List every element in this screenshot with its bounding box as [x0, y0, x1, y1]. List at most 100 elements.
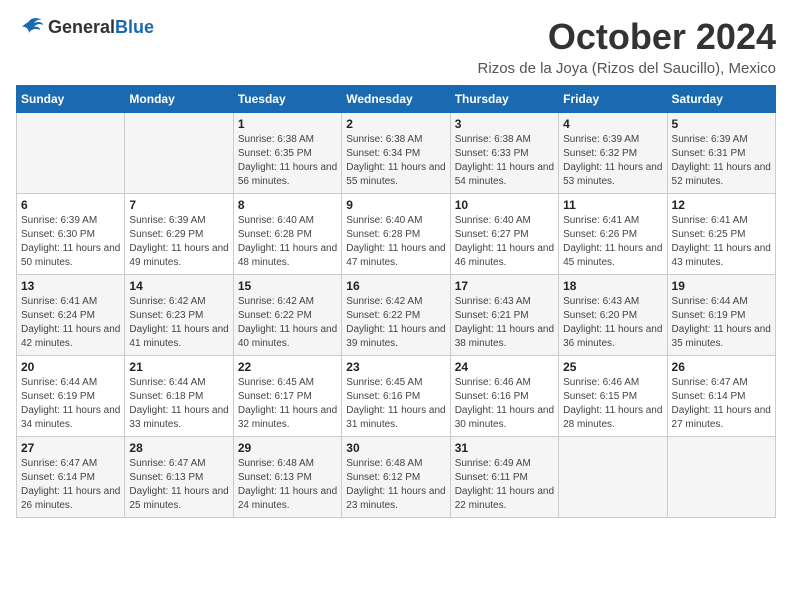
calendar-cell: [559, 437, 667, 518]
calendar-cell: 9 Sunrise: 6:40 AMSunset: 6:28 PMDaylight…: [342, 194, 450, 275]
day-number: 27: [21, 441, 120, 455]
day-info: Sunrise: 6:47 AMSunset: 6:14 PMDaylight:…: [21, 457, 120, 513]
day-number: 6: [21, 198, 120, 212]
logo: GeneralBlue: [16, 16, 154, 38]
location-title: Rizos de la Joya (Rizos del Saucillo), M…: [478, 60, 776, 77]
calendar-cell: 11 Sunrise: 6:41 AMSunset: 6:26 PMDayligh…: [559, 194, 667, 275]
day-info: Sunrise: 6:41 AMSunset: 6:24 PMDaylight:…: [21, 295, 120, 351]
day-info: Sunrise: 6:42 AMSunset: 6:22 PMDaylight:…: [346, 295, 445, 351]
calendar-cell: 3Sunrise: 6:38 AMSunset: 6:33 PMDaylight…: [450, 113, 558, 194]
day-number: 31: [455, 441, 554, 455]
calendar-cell: 15 Sunrise: 6:42 AMSunset: 6:22 PMDayligh…: [233, 275, 341, 356]
day-number: 25: [563, 360, 662, 374]
day-number: 26: [672, 360, 771, 374]
calendar-cell: 30 Sunrise: 6:48 AMSunset: 6:12 PMDayligh…: [342, 437, 450, 518]
day-number: 22: [238, 360, 337, 374]
title-block: October 2024 Rizos de la Joya (Rizos del…: [478, 16, 776, 77]
day-info: Sunrise: 6:38 AMSunset: 6:34 PMDaylight:…: [346, 133, 445, 189]
day-number: 19: [672, 279, 771, 293]
calendar-cell: 27 Sunrise: 6:47 AMSunset: 6:14 PMDayligh…: [17, 437, 125, 518]
day-number: 29: [238, 441, 337, 455]
weekday-header-saturday: Saturday: [667, 86, 775, 113]
calendar-cell: 6 Sunrise: 6:39 AMSunset: 6:30 PMDaylight…: [17, 194, 125, 275]
day-info: Sunrise: 6:42 AMSunset: 6:23 PMDaylight:…: [129, 295, 228, 351]
day-number: 16: [346, 279, 445, 293]
day-number: 12: [672, 198, 771, 212]
calendar-cell: 31 Sunrise: 6:49 AMSunset: 6:11 PMDayligh…: [450, 437, 558, 518]
day-number: 24: [455, 360, 554, 374]
day-number: 17: [455, 279, 554, 293]
day-info: Sunrise: 6:48 AMSunset: 6:13 PMDaylight:…: [238, 457, 337, 513]
day-number: 9: [346, 198, 445, 212]
calendar-cell: 1 Sunrise: 6:38 AMSunset: 6:35 PMDaylight…: [233, 113, 341, 194]
logo-text: GeneralBlue: [48, 17, 154, 38]
calendar-week-3: 13 Sunrise: 6:41 AMSunset: 6:24 PMDayligh…: [17, 275, 776, 356]
day-number: 2: [346, 117, 445, 131]
calendar-cell: 23 Sunrise: 6:45 AMSunset: 6:16 PMDayligh…: [342, 356, 450, 437]
day-number: 28: [129, 441, 228, 455]
day-info: Sunrise: 6:42 AMSunset: 6:22 PMDaylight:…: [238, 295, 337, 351]
day-info: Sunrise: 6:40 AMSunset: 6:28 PMDaylight:…: [238, 214, 337, 270]
day-number: 5: [672, 117, 771, 131]
calendar-week-5: 27 Sunrise: 6:47 AMSunset: 6:14 PMDayligh…: [17, 437, 776, 518]
calendar-week-2: 6 Sunrise: 6:39 AMSunset: 6:30 PMDaylight…: [17, 194, 776, 275]
day-info: Sunrise: 6:39 AMSunset: 6:29 PMDaylight:…: [129, 214, 228, 270]
calendar-cell: 22Sunrise: 6:45 AMSunset: 6:17 PMDayligh…: [233, 356, 341, 437]
day-number: 23: [346, 360, 445, 374]
day-info: Sunrise: 6:40 AMSunset: 6:28 PMDaylight:…: [346, 214, 445, 270]
day-number: 10: [455, 198, 554, 212]
calendar-cell: 12 Sunrise: 6:41 AMSunset: 6:25 PMDayligh…: [667, 194, 775, 275]
day-number: 20: [21, 360, 120, 374]
calendar-cell: 13 Sunrise: 6:41 AMSunset: 6:24 PMDayligh…: [17, 275, 125, 356]
day-info: Sunrise: 6:41 AMSunset: 6:26 PMDaylight:…: [563, 214, 662, 270]
weekday-header-sunday: Sunday: [17, 86, 125, 113]
day-info: Sunrise: 6:38 AMSunset: 6:33 PMDaylight:…: [455, 133, 554, 189]
day-info: Sunrise: 6:46 AMSunset: 6:15 PMDaylight:…: [563, 376, 662, 432]
calendar-cell: 10 Sunrise: 6:40 AMSunset: 6:27 PMDayligh…: [450, 194, 558, 275]
day-info: Sunrise: 6:46 AMSunset: 6:16 PMDaylight:…: [455, 376, 554, 432]
day-info: Sunrise: 6:43 AMSunset: 6:20 PMDaylight:…: [563, 295, 662, 351]
month-title: October 2024: [478, 16, 776, 58]
day-info: Sunrise: 6:43 AMSunset: 6:21 PMDaylight:…: [455, 295, 554, 351]
calendar-cell: 21 Sunrise: 6:44 AMSunset: 6:18 PMDayligh…: [125, 356, 233, 437]
calendar-cell: 28 Sunrise: 6:47 AMSunset: 6:13 PMDayligh…: [125, 437, 233, 518]
calendar-cell: 26 Sunrise: 6:47 AMSunset: 6:14 PMDayligh…: [667, 356, 775, 437]
weekday-header-friday: Friday: [559, 86, 667, 113]
day-number: 7: [129, 198, 228, 212]
calendar-week-4: 20 Sunrise: 6:44 AMSunset: 6:19 PMDayligh…: [17, 356, 776, 437]
calendar-cell: 19Sunrise: 6:44 AMSunset: 6:19 PMDayligh…: [667, 275, 775, 356]
weekday-header-monday: Monday: [125, 86, 233, 113]
day-number: 21: [129, 360, 228, 374]
day-info: Sunrise: 6:49 AMSunset: 6:11 PMDaylight:…: [455, 457, 554, 513]
calendar-cell: 7 Sunrise: 6:39 AMSunset: 6:29 PMDaylight…: [125, 194, 233, 275]
calendar-table: SundayMondayTuesdayWednesdayThursdayFrid…: [16, 85, 776, 518]
calendar-cell: 17 Sunrise: 6:43 AMSunset: 6:21 PMDayligh…: [450, 275, 558, 356]
calendar-cell: 18 Sunrise: 6:43 AMSunset: 6:20 PMDayligh…: [559, 275, 667, 356]
day-info: Sunrise: 6:38 AMSunset: 6:35 PMDaylight:…: [238, 133, 337, 189]
logo-blue: Blue: [115, 17, 154, 37]
calendar-week-1: 1 Sunrise: 6:38 AMSunset: 6:35 PMDaylight…: [17, 113, 776, 194]
day-info: Sunrise: 6:40 AMSunset: 6:27 PMDaylight:…: [455, 214, 554, 270]
day-number: 30: [346, 441, 445, 455]
day-number: 13: [21, 279, 120, 293]
day-number: 11: [563, 198, 662, 212]
day-number: 18: [563, 279, 662, 293]
day-number: 1: [238, 117, 337, 131]
day-number: 15: [238, 279, 337, 293]
day-info: Sunrise: 6:45 AMSunset: 6:16 PMDaylight:…: [346, 376, 445, 432]
logo-icon: [16, 16, 44, 38]
day-info: Sunrise: 6:39 AMSunset: 6:31 PMDaylight:…: [672, 133, 771, 189]
day-number: 4: [563, 117, 662, 131]
calendar-cell: 14Sunrise: 6:42 AMSunset: 6:23 PMDayligh…: [125, 275, 233, 356]
calendar-cell: 2 Sunrise: 6:38 AMSunset: 6:34 PMDaylight…: [342, 113, 450, 194]
day-info: Sunrise: 6:39 AMSunset: 6:32 PMDaylight:…: [563, 133, 662, 189]
day-info: Sunrise: 6:47 AMSunset: 6:13 PMDaylight:…: [129, 457, 228, 513]
calendar-cell: 25 Sunrise: 6:46 AMSunset: 6:15 PMDayligh…: [559, 356, 667, 437]
day-info: Sunrise: 6:44 AMSunset: 6:18 PMDaylight:…: [129, 376, 228, 432]
day-info: Sunrise: 6:41 AMSunset: 6:25 PMDaylight:…: [672, 214, 771, 270]
calendar-cell: 5 Sunrise: 6:39 AMSunset: 6:31 PMDaylight…: [667, 113, 775, 194]
day-info: Sunrise: 6:44 AMSunset: 6:19 PMDaylight:…: [21, 376, 120, 432]
day-info: Sunrise: 6:47 AMSunset: 6:14 PMDaylight:…: [672, 376, 771, 432]
day-info: Sunrise: 6:39 AMSunset: 6:30 PMDaylight:…: [21, 214, 120, 270]
day-info: Sunrise: 6:48 AMSunset: 6:12 PMDaylight:…: [346, 457, 445, 513]
